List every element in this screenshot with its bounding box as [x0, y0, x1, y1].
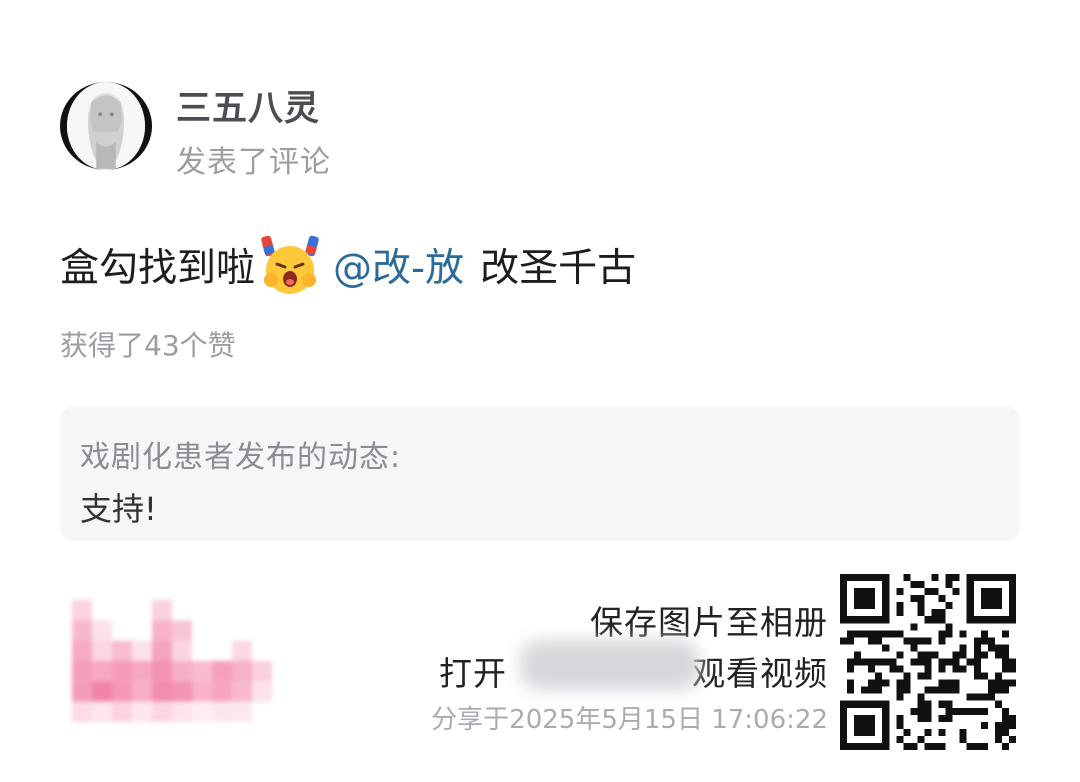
comment-text-start: 盒勾找到啦 [60, 246, 256, 291]
user-name[interactable]: 三五八灵 [176, 80, 320, 131]
save-to-album-hint: 保存图片至相册 [590, 603, 828, 642]
qr-code-icon[interactable] [838, 574, 1018, 750]
crying-face-emoji-icon [257, 232, 323, 298]
comment-text: 盒勾找到啦 @改-放 改圣千古 [60, 235, 636, 295]
action-text: 发表了评论 [176, 145, 331, 180]
mention-link[interactable]: @改-放 [333, 237, 464, 293]
avatar-illustration-icon [67, 83, 145, 169]
likes-count: 获得了43个赞 [60, 329, 236, 362]
share-timestamp: 分享于2025年5月15日 17:06:22 [431, 705, 828, 735]
quoted-post-text: 支持! [80, 490, 157, 528]
open-app-hint-end: 观看视频 [692, 654, 828, 693]
redaction-blur [520, 640, 700, 690]
comment-text-end: 改圣千古 [480, 246, 637, 291]
app-logo-pixelated [72, 600, 292, 722]
user-avatar[interactable] [60, 82, 152, 170]
open-app-hint-start: 打开 [439, 654, 507, 693]
quoted-post-author: 戏剧化患者发布的动态: [80, 440, 402, 475]
quoted-post-card[interactable]: 戏剧化患者发布的动态: 支持! [60, 406, 1020, 541]
